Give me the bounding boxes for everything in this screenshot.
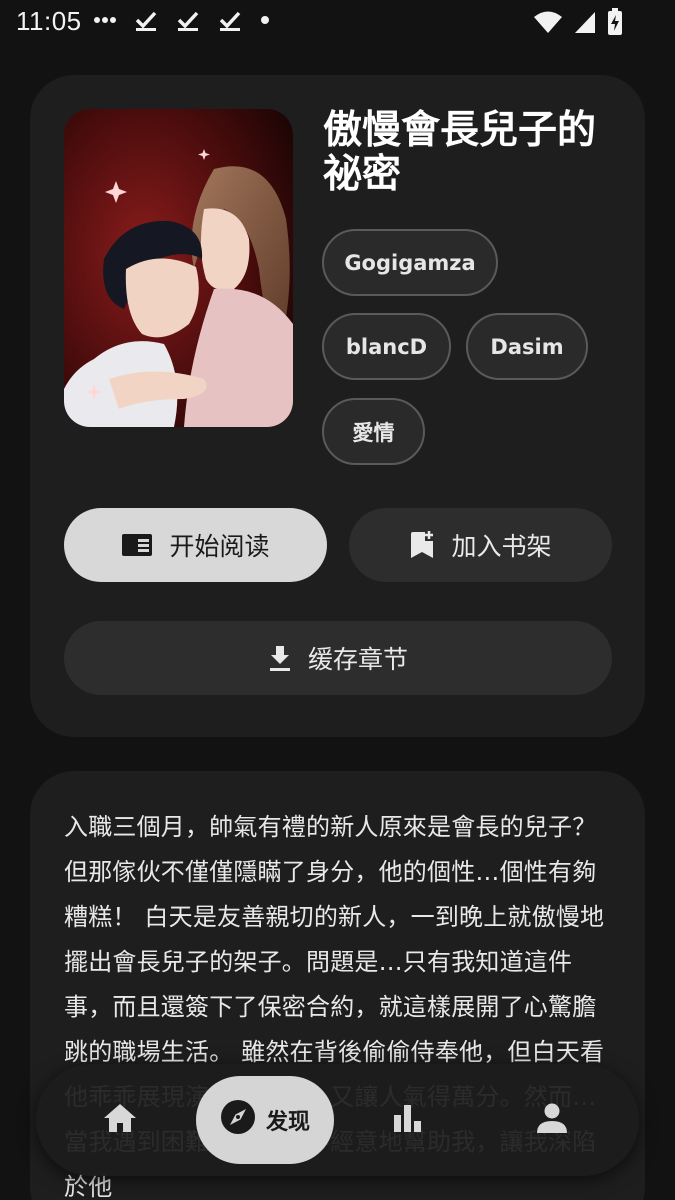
genre-chip-romance[interactable]: 愛情 bbox=[322, 398, 425, 465]
author-chip-dasim[interactable]: Dasim bbox=[466, 313, 588, 380]
notification-icons bbox=[94, 8, 270, 32]
comic-detail-screen: 11:05 傲慢會長兒子的祕密 Gogigamza blancD Dasim 愛… bbox=[0, 0, 675, 1200]
compass-icon bbox=[220, 1099, 256, 1141]
download-done-icon bbox=[134, 8, 158, 32]
nav-discover-label: 发现 bbox=[265, 1110, 310, 1135]
comic-cover-image[interactable] bbox=[64, 109, 293, 427]
bar-chart-icon bbox=[392, 1103, 424, 1137]
nav-profile[interactable] bbox=[514, 1076, 590, 1164]
cache-chapters-label: 缓存章节 bbox=[307, 645, 408, 674]
bookmark-add-icon bbox=[409, 531, 435, 559]
nav-ranking[interactable] bbox=[370, 1076, 446, 1164]
home-icon bbox=[102, 1102, 138, 1138]
book-open-icon bbox=[121, 532, 153, 558]
download-done-icon bbox=[218, 8, 242, 32]
person-icon bbox=[536, 1102, 568, 1138]
download-done-icon bbox=[176, 8, 200, 32]
start-reading-button[interactable]: 开始阅读 bbox=[64, 508, 327, 582]
comic-title: 傲慢會長兒子的祕密 bbox=[323, 108, 597, 197]
status-bar: 11:05 bbox=[0, 0, 675, 46]
status-time: 11:05 bbox=[16, 6, 82, 36]
add-to-shelf-button[interactable]: 加入书架 bbox=[349, 508, 612, 582]
bottom-nav: 发现 bbox=[36, 1064, 639, 1176]
nav-home[interactable] bbox=[82, 1076, 158, 1164]
author-chip-gogigamza[interactable]: Gogigamza bbox=[322, 229, 498, 296]
cache-chapters-button[interactable]: 缓存章节 bbox=[64, 621, 612, 695]
signal-icon bbox=[573, 10, 597, 34]
add-to-shelf-label: 加入书架 bbox=[451, 532, 552, 561]
start-reading-label: 开始阅读 bbox=[169, 532, 270, 561]
download-icon bbox=[268, 644, 292, 672]
dot-icon bbox=[260, 15, 270, 25]
nav-discover[interactable]: 发现 bbox=[196, 1076, 334, 1164]
wifi-icon bbox=[533, 10, 563, 34]
battery-charging-icon bbox=[607, 8, 623, 36]
comic-detail-card: 傲慢會長兒子的祕密 Gogigamza blancD Dasim 愛情 开始阅读… bbox=[30, 75, 645, 737]
more-dots-icon bbox=[94, 16, 116, 24]
system-icons bbox=[533, 8, 623, 36]
author-chip-blancd[interactable]: blancD bbox=[322, 313, 451, 380]
